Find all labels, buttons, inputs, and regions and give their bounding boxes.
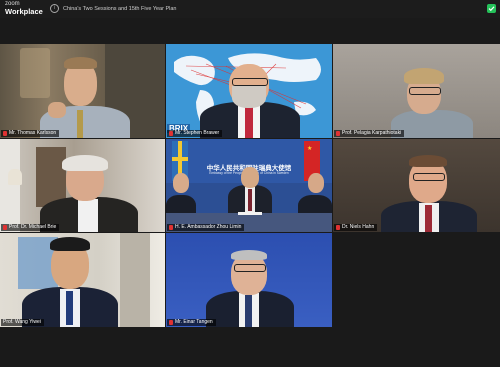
- participant-name: H. E. Ambassador Zhou Limin: [175, 224, 242, 230]
- video-tile-pelagia-karpathiotaki[interactable]: Prof. Pelagia Karpathiotaki: [333, 44, 500, 138]
- person-tie: [425, 205, 432, 232]
- meeting-info[interactable]: i China's Two Sessions and 15th Five Yea…: [50, 4, 176, 13]
- title-bar: zoom Workplace i China's Two Sessions an…: [0, 0, 500, 18]
- person-hair: [231, 250, 267, 260]
- video-tile-zhou-limin[interactable]: 中华人民共和国驻瑞典大使馆 Embassy of the People's Re…: [166, 139, 332, 232]
- person-hair: [62, 155, 108, 171]
- mic-muted-icon: [3, 131, 7, 136]
- logo-workplace-text: Workplace: [5, 7, 43, 16]
- person-tie: [66, 291, 73, 325]
- person-glasses: [234, 264, 266, 272]
- person-hair: [50, 237, 90, 251]
- participant-name-label: Prof. Dr. Michael Brie: [1, 224, 60, 231]
- video-tile-thomas-karlsson[interactable]: Mr. Thomas Karlsson: [0, 44, 165, 138]
- participant-name: Dr. Niels Hahn: [342, 224, 375, 230]
- mic-muted-icon: [336, 131, 340, 136]
- video-tile-wang-yiwei[interactable]: Prof. Wang Yiwei: [0, 233, 165, 327]
- person-tie: [245, 106, 253, 138]
- person-glasses: [232, 78, 268, 86]
- person-beard: [232, 86, 266, 108]
- participant-name: Prof. Pelagia Karpathiotaki: [342, 130, 402, 136]
- person-shirt: [78, 199, 98, 232]
- participant-name-label: Prof. Wang Yiwei: [1, 319, 44, 326]
- video-tile-stephen-brawer[interactable]: BRIX Mr. Stephen Brawer: [166, 44, 332, 138]
- encryption-shield-icon[interactable]: [487, 4, 496, 13]
- info-icon[interactable]: i: [50, 4, 59, 13]
- video-tile-michael-brie[interactable]: Prof. Dr. Michael Brie: [0, 139, 165, 232]
- person-hair: [64, 57, 97, 69]
- participant-name-label: Prof. Pelagia Karpathiotaki: [334, 130, 405, 137]
- participant-name-label: H. E. Ambassador Zhou Limin: [167, 224, 245, 231]
- participant-name: Prof. Dr. Michael Brie: [9, 224, 57, 230]
- bookshelf-background: [120, 233, 150, 327]
- person-left-head: [173, 173, 189, 193]
- table-papers: [238, 212, 262, 215]
- person-tie: [245, 295, 252, 327]
- person-hair: [404, 68, 444, 84]
- person-center-head: [241, 167, 259, 188]
- person-right-head: [308, 173, 324, 193]
- participant-name-label: Mr. Einar Tangen: [167, 319, 216, 326]
- participant-name-label: Dr. Niels Hahn: [334, 224, 378, 231]
- person-hand: [48, 102, 66, 118]
- participant-name: Prof. Wang Yiwei: [3, 319, 41, 325]
- meeting-title: China's Two Sessions and 15th Five Year …: [63, 5, 177, 12]
- participant-name: Mr. Stephen Brawer: [175, 130, 220, 136]
- person-glasses: [413, 173, 445, 181]
- participant-name-label: Mr. Thomas Karlsson: [1, 130, 60, 137]
- person-tie: [77, 110, 83, 138]
- mic-muted-icon: [3, 225, 7, 230]
- participant-name: Mr. Einar Tangen: [175, 319, 213, 325]
- lamp-background: [20, 48, 50, 98]
- person-glasses: [409, 87, 441, 95]
- window-background: [0, 139, 20, 232]
- participant-name: Mr. Thomas Karlsson: [9, 130, 57, 136]
- mic-muted-icon: [169, 131, 173, 136]
- person-hair: [409, 155, 447, 167]
- mic-muted-icon: [169, 320, 173, 325]
- person-center-tie: [248, 189, 252, 211]
- participant-name-label: Mr. Stephen Brawer: [167, 130, 223, 137]
- zoom-logo: zoom Workplace: [5, 1, 43, 15]
- mic-muted-icon: [169, 225, 173, 230]
- lamp-background: [8, 169, 22, 185]
- mic-muted-icon: [336, 225, 340, 230]
- video-tile-niels-hahn[interactable]: Dr. Niels Hahn: [333, 139, 500, 232]
- video-tile-einar-tangen[interactable]: Mr. Einar Tangen: [166, 233, 332, 327]
